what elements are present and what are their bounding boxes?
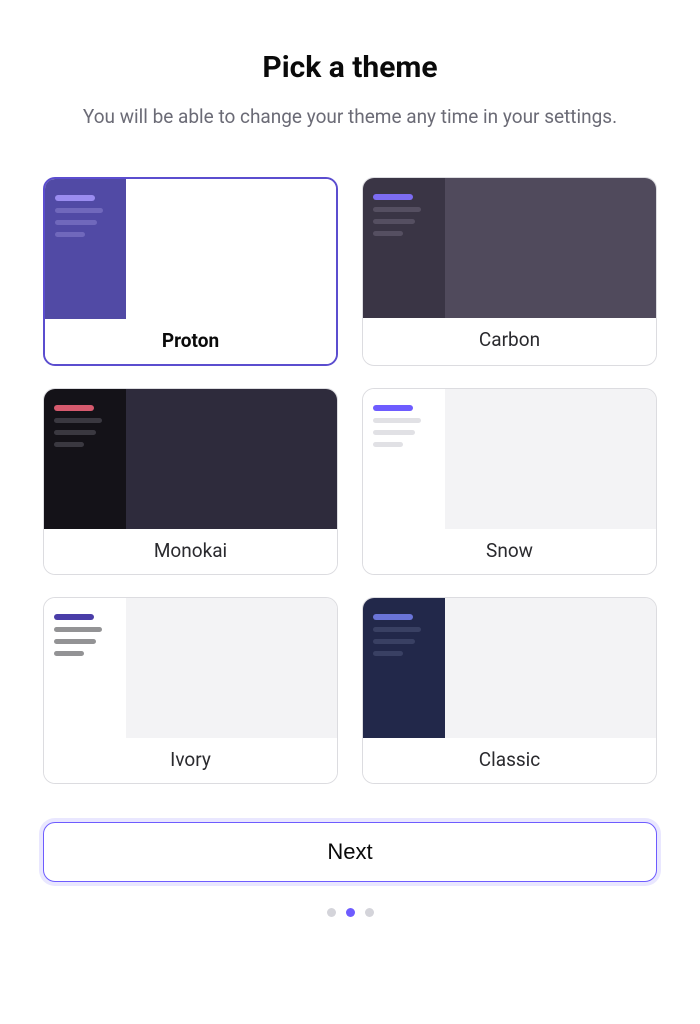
theme-preview-main bbox=[126, 598, 337, 738]
pager-dot[interactable] bbox=[365, 908, 374, 917]
theme-accent-bar bbox=[54, 614, 94, 620]
theme-label: Monokai bbox=[44, 529, 337, 574]
theme-accent-bar bbox=[373, 405, 413, 411]
theme-line-bar bbox=[373, 442, 403, 447]
theme-preview bbox=[363, 178, 656, 318]
theme-line-bar bbox=[54, 430, 96, 435]
theme-line-bar bbox=[373, 231, 403, 236]
page-title: Pick a theme bbox=[262, 50, 437, 85]
theme-preview-sidebar bbox=[44, 389, 126, 529]
theme-label: Snow bbox=[363, 529, 656, 574]
theme-label: Ivory bbox=[44, 738, 337, 783]
theme-card-proton[interactable]: Proton bbox=[43, 177, 338, 366]
theme-accent-bar bbox=[373, 614, 413, 620]
theme-line-bar bbox=[54, 639, 96, 644]
theme-preview-sidebar bbox=[44, 598, 126, 738]
theme-line-bar bbox=[54, 651, 84, 656]
theme-line-bar bbox=[373, 651, 403, 656]
theme-line-bar bbox=[373, 627, 421, 632]
page-subtitle: You will be able to change your theme an… bbox=[83, 103, 617, 132]
theme-card-classic[interactable]: Classic bbox=[362, 597, 657, 784]
theme-line-bar bbox=[54, 418, 102, 423]
theme-card-snow[interactable]: Snow bbox=[362, 388, 657, 575]
theme-preview-sidebar bbox=[363, 598, 445, 738]
theme-label: Carbon bbox=[363, 318, 656, 363]
theme-preview bbox=[363, 389, 656, 529]
theme-preview-sidebar bbox=[45, 179, 126, 319]
theme-line-bar bbox=[55, 220, 97, 225]
theme-line-bar bbox=[373, 639, 415, 644]
theme-preview bbox=[44, 598, 337, 738]
theme-line-bar bbox=[373, 207, 421, 212]
theme-accent-bar bbox=[373, 194, 413, 200]
theme-label: Proton bbox=[45, 319, 336, 364]
theme-grid: Proton Carbon Monokai Snow Ivory Classic bbox=[43, 177, 657, 784]
next-button[interactable]: Next bbox=[43, 822, 657, 882]
theme-preview-main bbox=[445, 389, 656, 529]
theme-line-bar bbox=[54, 442, 84, 447]
theme-preview-main bbox=[445, 598, 656, 738]
theme-preview-main bbox=[445, 178, 656, 318]
pager-dot[interactable] bbox=[346, 908, 355, 917]
theme-line-bar bbox=[373, 430, 415, 435]
pager-dots bbox=[327, 908, 374, 917]
theme-preview bbox=[45, 179, 336, 319]
theme-line-bar bbox=[373, 418, 421, 423]
theme-line-bar bbox=[55, 208, 103, 213]
pager-dot[interactable] bbox=[327, 908, 336, 917]
theme-label: Classic bbox=[363, 738, 656, 783]
theme-preview bbox=[363, 598, 656, 738]
theme-card-ivory[interactable]: Ivory bbox=[43, 597, 338, 784]
theme-accent-bar bbox=[55, 195, 95, 201]
theme-preview-sidebar bbox=[363, 178, 445, 318]
theme-line-bar bbox=[373, 219, 415, 224]
theme-card-monokai[interactable]: Monokai bbox=[43, 388, 338, 575]
theme-preview-sidebar bbox=[363, 389, 445, 529]
theme-preview bbox=[44, 389, 337, 529]
theme-line-bar bbox=[54, 627, 102, 632]
theme-card-carbon[interactable]: Carbon bbox=[362, 177, 657, 366]
theme-line-bar bbox=[55, 232, 85, 237]
theme-preview-main bbox=[126, 389, 337, 529]
theme-preview-main bbox=[126, 179, 336, 319]
theme-accent-bar bbox=[54, 405, 94, 411]
